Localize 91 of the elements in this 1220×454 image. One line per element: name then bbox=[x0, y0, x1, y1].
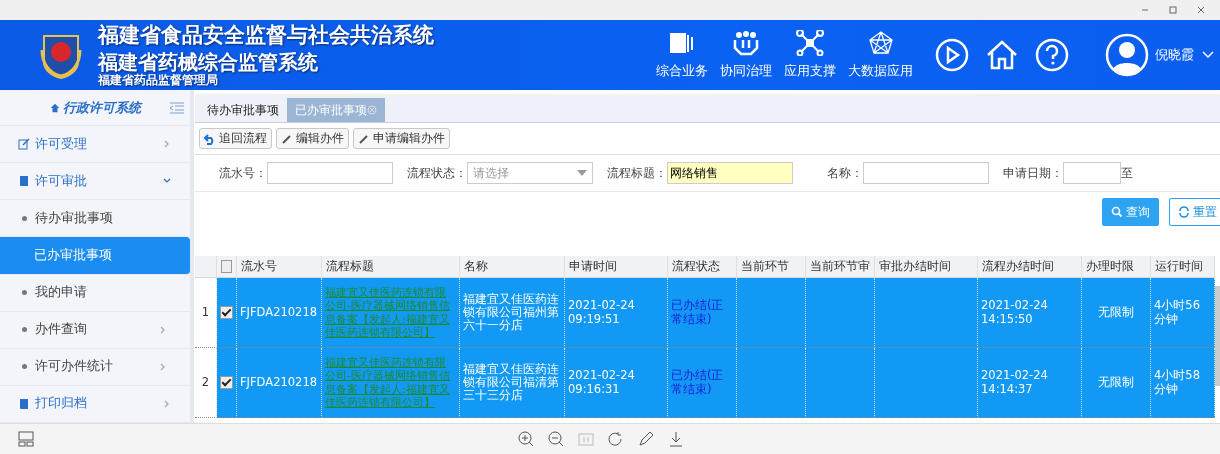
sidebar-item[interactable]: 我的申请 bbox=[0, 274, 190, 312]
checkbox[interactable] bbox=[220, 376, 233, 389]
table-cell: 2021-02-24 14:14:37 bbox=[978, 348, 1082, 418]
system-title: 福建省药品监督管理局 bbox=[98, 73, 218, 88]
toolbar-button[interactable]: 申请编辑办件 bbox=[353, 128, 450, 149]
table-cell: 无限制 bbox=[1082, 278, 1151, 348]
table-cell: 福建宜又佳医药连锁有限公司福清第三十三分店 bbox=[460, 348, 565, 418]
scrollbar[interactable] bbox=[1215, 286, 1220, 386]
pen-icon bbox=[281, 132, 293, 145]
close-icon[interactable] bbox=[1196, 5, 1206, 15]
table-cell: 已办结(正常结束) bbox=[668, 348, 737, 418]
table-cell: FJFDA210218 bbox=[237, 348, 322, 418]
column-header[interactable]: 当前环节 bbox=[737, 256, 806, 278]
sidebar-item[interactable]: 办件查询 bbox=[0, 311, 190, 349]
column-header[interactable]: 名称 bbox=[460, 256, 565, 278]
filter-label: 至 bbox=[1121, 164, 1133, 182]
table-cell: 4小时56分钟 bbox=[1151, 278, 1215, 348]
filter-label: 流程标题： bbox=[607, 164, 667, 182]
book-icon bbox=[18, 175, 30, 188]
book-icon bbox=[18, 397, 30, 410]
input-field[interactable] bbox=[267, 162, 393, 184]
action-button[interactable]: 重置 bbox=[1169, 198, 1220, 226]
row-number: 2 bbox=[195, 348, 217, 418]
input-field[interactable] bbox=[863, 162, 989, 184]
help-icon[interactable] bbox=[1035, 38, 1069, 72]
avatar-icon[interactable] bbox=[1105, 33, 1149, 77]
search-icon bbox=[1111, 206, 1123, 218]
checkbox[interactable] bbox=[221, 260, 232, 273]
column-header[interactable]: 审批办结时间 bbox=[875, 256, 978, 278]
table-cell: 2021-02-24 14:15:50 bbox=[978, 278, 1082, 348]
table-cell bbox=[806, 348, 875, 418]
toolbar-button[interactable]: 编辑办件 bbox=[276, 128, 349, 149]
hub-icon bbox=[795, 30, 825, 56]
table-cell: FJFDA210218 bbox=[237, 278, 322, 348]
home-icon[interactable] bbox=[985, 38, 1019, 72]
table-cell: 福建宜又佳医药连锁有限公司福州第六十一分店 bbox=[460, 278, 565, 348]
sidebar-group[interactable]: 许可审批 bbox=[0, 163, 190, 201]
maximize-icon[interactable] bbox=[1168, 5, 1178, 15]
edit-icon bbox=[18, 138, 30, 151]
table-cell: 2021-02-24 09:19:51 bbox=[565, 278, 668, 348]
system-title: 福建省药械综合监管系统 bbox=[98, 50, 319, 74]
column-header[interactable]: 流程办结时间 bbox=[978, 256, 1082, 278]
column-header[interactable]: 办理时限 bbox=[1082, 256, 1151, 278]
checkbox[interactable] bbox=[220, 306, 233, 319]
sidebar-item[interactable]: 许可办件统计 bbox=[0, 348, 190, 386]
download-icon[interactable] bbox=[668, 431, 684, 447]
undo-icon bbox=[204, 132, 216, 145]
column-header[interactable]: 流程标题 bbox=[322, 256, 460, 278]
sidebar-group[interactable]: 许可受理 bbox=[0, 126, 190, 164]
input-field[interactable]: 网络销售 bbox=[667, 162, 793, 184]
column-header[interactable]: 当前环节审 bbox=[806, 256, 875, 278]
filter-label: 申请日期： bbox=[1003, 164, 1063, 182]
pen-icon bbox=[358, 132, 370, 145]
nav-button[interactable]: 综合业务 bbox=[652, 30, 712, 80]
table-cell bbox=[737, 348, 806, 418]
nav-button[interactable]: 大数据应用 bbox=[844, 30, 917, 80]
nav-button[interactable]: 应用支撑 bbox=[780, 30, 840, 80]
column-header[interactable]: 流程状态 bbox=[668, 256, 737, 278]
toolbar-button[interactable]: 追回流程 bbox=[199, 128, 272, 149]
zoom-out-icon[interactable] bbox=[548, 431, 564, 447]
column-header[interactable]: 申请时间 bbox=[565, 256, 668, 278]
dropdown-icon bbox=[577, 170, 587, 176]
filter-label: 名称： bbox=[827, 164, 863, 182]
tab[interactable]: 待办审批事项 bbox=[199, 98, 287, 122]
table-cell: 无限制 bbox=[1082, 348, 1151, 418]
caret-icon[interactable] bbox=[1202, 51, 1214, 59]
home-icon bbox=[49, 102, 60, 113]
table-cell: 2021-02-24 09:16:31 bbox=[565, 348, 668, 418]
table-cell bbox=[737, 278, 806, 348]
table-cell bbox=[806, 278, 875, 348]
column-header[interactable]: 流水号 bbox=[237, 256, 322, 278]
row-number: 1 bbox=[195, 278, 217, 348]
system-title: 福建省食品安全监督与社会共治系统 bbox=[98, 22, 434, 47]
refresh-icon bbox=[1178, 206, 1190, 218]
rotate-icon[interactable] bbox=[608, 431, 624, 447]
table-cell[interactable] bbox=[217, 348, 237, 418]
nav-button[interactable]: 协同治理 bbox=[716, 30, 776, 80]
table-cell: 已办结(正常结束) bbox=[668, 278, 737, 348]
play-icon[interactable] bbox=[935, 38, 969, 72]
layout-icon[interactable] bbox=[18, 431, 34, 447]
zoom-in-icon[interactable] bbox=[518, 431, 534, 447]
pen-icon[interactable] bbox=[638, 431, 654, 447]
sidebar-title: 行政许可系统 bbox=[62, 98, 141, 117]
column-header[interactable]: 运行时间 bbox=[1151, 256, 1215, 278]
people-icon bbox=[731, 30, 761, 56]
user-name[interactable]: 倪晓霞 bbox=[1155, 46, 1194, 64]
table-cell[interactable] bbox=[217, 278, 237, 348]
filter-label: 流水号： bbox=[219, 164, 267, 182]
date-field[interactable] bbox=[1063, 162, 1121, 184]
table-cell: 4小时58分钟 bbox=[1151, 348, 1215, 418]
filter-label: 流程状态： bbox=[407, 164, 467, 182]
